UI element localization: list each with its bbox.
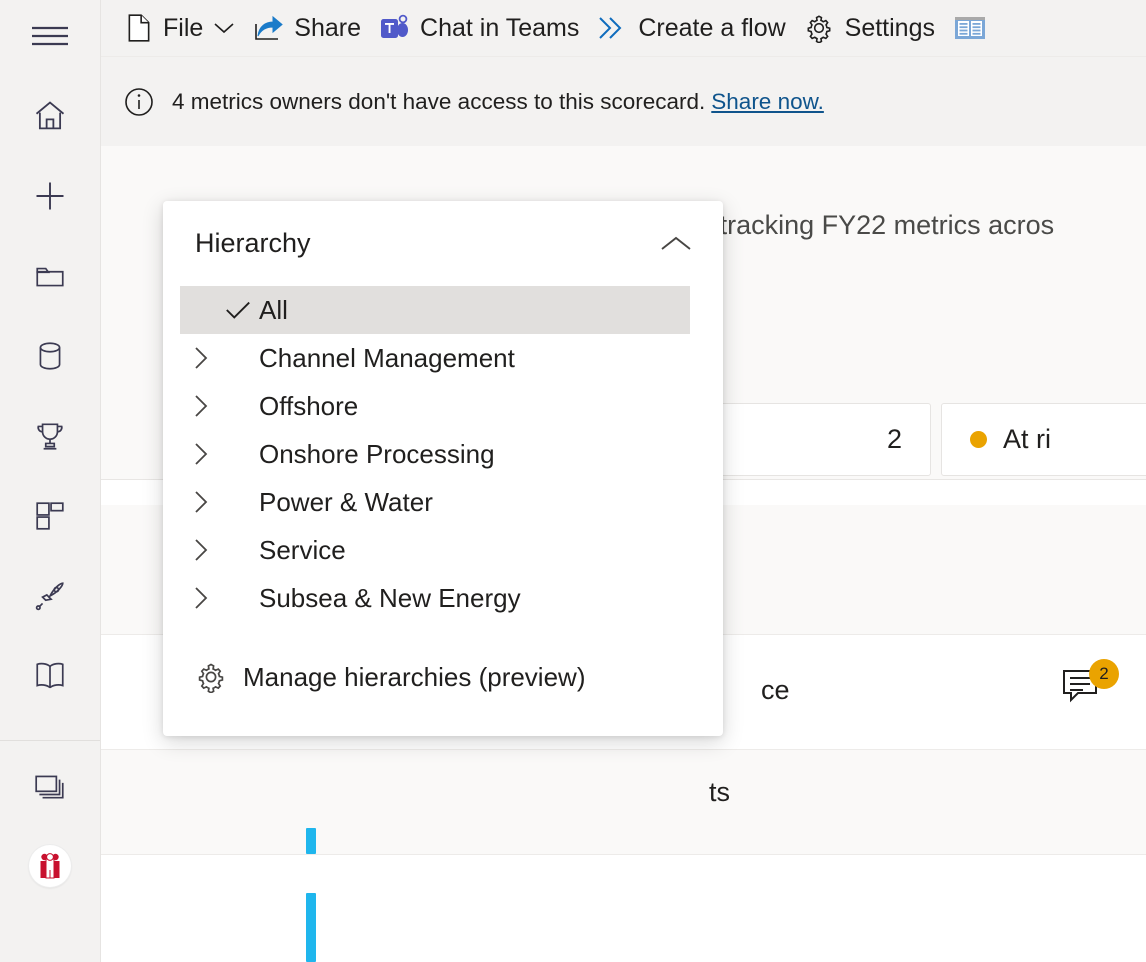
table-row[interactable] xyxy=(101,855,1146,962)
hierarchy-option-label: Subsea & New Energy xyxy=(259,583,521,614)
message-bar-text: 4 metrics owners don't have access to th… xyxy=(172,89,705,115)
share-button[interactable]: Share xyxy=(244,6,370,50)
file-menu-label: File xyxy=(163,16,203,41)
chevron-right-icon[interactable] xyxy=(189,537,213,563)
gear-icon xyxy=(195,661,227,693)
chevron-down-icon xyxy=(213,21,235,35)
hierarchy-option-label: Channel Management xyxy=(259,343,515,374)
reading-view-icon xyxy=(953,13,987,43)
book-icon xyxy=(33,660,67,692)
sidebar-item-metrics[interactable] xyxy=(0,405,100,467)
hamburger-icon xyxy=(30,22,70,50)
metric-name: ts xyxy=(709,777,730,808)
hierarchy-option-list: All Channel Management xyxy=(163,286,723,622)
sidebar-item-home[interactable] xyxy=(0,85,100,147)
message-bar: 4 metrics owners don't have access to th… xyxy=(101,57,1146,146)
sidebar-item-apps[interactable] xyxy=(0,485,100,547)
avatar[interactable] xyxy=(0,835,100,897)
info-icon xyxy=(123,86,155,118)
command-bar: File Share xyxy=(101,0,1146,57)
hierarchy-dropdown-panel: Hierarchy All xyxy=(163,201,723,736)
apps-icon xyxy=(34,500,66,532)
settings-button[interactable]: Settings xyxy=(795,6,944,50)
chat-in-teams-button[interactable]: Chat in Teams xyxy=(370,6,588,50)
home-icon xyxy=(32,98,68,134)
manage-hierarchies-label: Manage hierarchies (preview) xyxy=(243,662,585,693)
sidebar-item-datahub[interactable] xyxy=(0,325,100,387)
hierarchy-option-offshore[interactable]: Offshore xyxy=(163,382,723,430)
file-icon xyxy=(126,13,152,43)
hierarchy-option-label: Service xyxy=(259,535,346,566)
workspaces-icon xyxy=(33,770,67,802)
sidebar-item-workspaces[interactable] xyxy=(0,755,100,817)
rail-divider xyxy=(0,740,100,741)
metric-name: ce xyxy=(761,675,790,706)
sidebar-item-browse[interactable] xyxy=(0,245,100,307)
chevron-up-icon[interactable] xyxy=(659,234,693,254)
workspace-avatar-icon xyxy=(29,845,71,887)
chevron-right-icon[interactable] xyxy=(189,393,213,419)
chevron-right-icon[interactable] xyxy=(189,489,213,515)
share-now-link[interactable]: Share now. xyxy=(711,89,824,115)
rocket-icon xyxy=(33,579,67,613)
hierarchy-option-all[interactable]: All xyxy=(180,286,690,334)
share-label: Share xyxy=(294,16,361,41)
hierarchy-option-service[interactable]: Service xyxy=(163,526,723,574)
sidebar-item-create[interactable] xyxy=(0,165,100,227)
manage-hierarchies-button[interactable]: Manage hierarchies (preview) xyxy=(163,648,723,706)
row-accent-bar xyxy=(306,828,316,854)
hamburger-menu-button[interactable] xyxy=(0,5,100,67)
power-bi-scorecard-window: File Share xyxy=(0,0,1146,962)
hierarchy-option-label: Offshore xyxy=(259,391,358,422)
hierarchy-option-label: Onshore Processing xyxy=(259,439,495,470)
settings-label: Settings xyxy=(845,16,935,41)
main-content: File Share xyxy=(101,0,1146,962)
sidebar-item-learn[interactable] xyxy=(0,645,100,707)
chevron-right-icon[interactable] xyxy=(189,345,213,371)
status-badge[interactable]: At ri xyxy=(941,403,1146,476)
hierarchy-section-title: Hierarchy xyxy=(195,228,311,259)
hierarchy-option-onshore-processing[interactable]: Onshore Processing xyxy=(163,430,723,478)
chat-in-teams-label: Chat in Teams xyxy=(420,16,579,41)
folder-icon xyxy=(33,259,67,293)
trophy-icon xyxy=(33,419,67,453)
hierarchy-option-label: Power & Water xyxy=(259,487,433,518)
status-badge-label: At ri xyxy=(1003,424,1051,455)
comment-count-badge: 2 xyxy=(1089,659,1119,689)
left-nav-rail xyxy=(0,0,101,962)
status-dot-icon xyxy=(970,431,987,448)
database-icon xyxy=(35,339,65,373)
hierarchy-option-label: All xyxy=(259,295,288,326)
hierarchy-option-power-and-water[interactable]: Power & Water xyxy=(163,478,723,526)
metric-summary-value: 2 xyxy=(887,424,930,455)
hierarchy-option-channel-management[interactable]: Channel Management xyxy=(163,334,723,382)
gear-icon xyxy=(804,13,834,43)
comment-button[interactable]: 2 xyxy=(1059,665,1115,721)
table-row[interactable]: ts xyxy=(101,750,1146,855)
plus-icon xyxy=(32,178,68,214)
share-icon xyxy=(253,14,283,42)
create-a-flow-label: Create a flow xyxy=(638,16,785,41)
checkmark-icon xyxy=(224,299,252,321)
sidebar-item-deployment-pipelines[interactable] xyxy=(0,565,100,627)
chevron-right-icon[interactable] xyxy=(189,441,213,467)
hierarchy-option-subsea-and-new-energy[interactable]: Subsea & New Energy xyxy=(163,574,723,622)
reading-view-button[interactable] xyxy=(944,6,996,50)
chevron-right-icon[interactable] xyxy=(189,585,213,611)
teams-icon xyxy=(379,13,409,43)
flow-icon xyxy=(597,14,627,42)
create-a-flow-button[interactable]: Create a flow xyxy=(588,6,794,50)
row-accent-bar xyxy=(306,893,316,962)
file-menu-button[interactable]: File xyxy=(117,6,244,50)
hierarchy-section-header[interactable]: Hierarchy xyxy=(163,201,723,286)
